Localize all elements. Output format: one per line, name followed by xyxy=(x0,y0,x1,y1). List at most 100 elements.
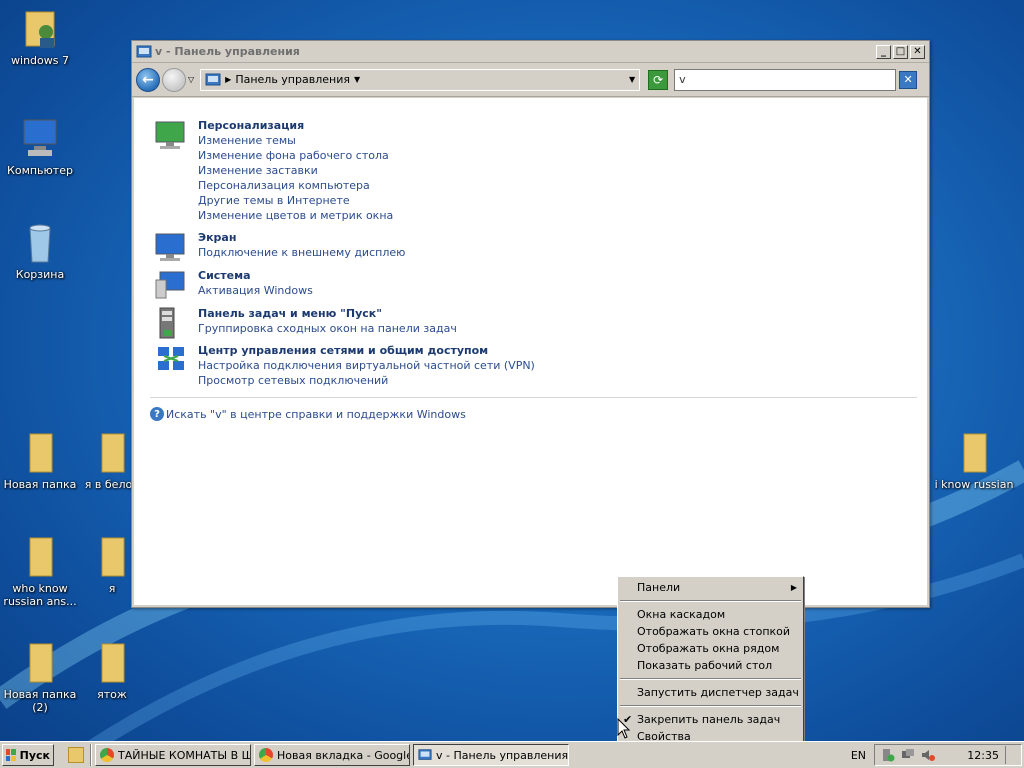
volume-muted-icon[interactable] xyxy=(921,748,935,762)
menu-item-label: Окна каскадом xyxy=(637,608,726,621)
close-icon: ✕ xyxy=(903,73,913,86)
desktop-icon-new-folder-2[interactable]: Новая папка (2) xyxy=(0,640,80,714)
breadcrumb-dropdown-icon[interactable]: ▼ xyxy=(354,75,360,84)
result-link[interactable]: Другие темы в Интернете xyxy=(198,193,393,208)
group-heading[interactable]: Экран xyxy=(198,230,405,245)
desktop-icon-label: i know russian xyxy=(934,478,1014,491)
group-heading[interactable]: Панель задач и меню "Пуск" xyxy=(198,306,457,321)
result-link[interactable]: Изменение темы xyxy=(198,133,393,148)
desktop-icon-label: Компьютер xyxy=(7,164,73,177)
results-divider xyxy=(150,397,917,398)
system-tray: 12:35 xyxy=(874,744,1022,766)
result-group-display: Экран Подключение к внешнему дисплею xyxy=(154,230,405,261)
result-link[interactable]: Просмотр сетевых подключений xyxy=(198,373,535,388)
window-titlebar[interactable]: v - Панель управления _ □ ✕ xyxy=(132,41,929,63)
address-history-dropdown[interactable]: ▼ xyxy=(629,75,635,84)
network-icon xyxy=(158,347,184,370)
chrome-icon xyxy=(259,748,273,762)
result-group-system: Система Активация Windows xyxy=(154,268,313,299)
result-group-taskbar: Панель задач и меню "Пуск" Группировка с… xyxy=(154,306,457,339)
result-link[interactable]: Изменение цветов и метрик окна xyxy=(198,208,393,223)
result-link[interactable]: Группировка сходных окон на панели задач xyxy=(198,321,457,336)
system-icon xyxy=(155,271,185,299)
close-button[interactable]: ✕ xyxy=(910,44,925,59)
group-heading[interactable]: Система xyxy=(198,268,313,283)
result-link[interactable]: Настройка подключения виртуальной частно… xyxy=(198,358,535,373)
menu-item-task-manager[interactable]: Запустить диспетчер задач xyxy=(618,684,803,701)
folder-icon xyxy=(963,433,987,473)
address-toolbar: ← ▽ ▶ Панель управления ▼ ▼ ⟳ v ✕ xyxy=(132,63,929,97)
clear-search-button[interactable]: ✕ xyxy=(899,70,918,89)
menu-item-toolbars[interactable]: Панели ▶ xyxy=(618,579,803,596)
menu-separator xyxy=(620,678,801,680)
result-link[interactable]: Активация Windows xyxy=(198,283,313,298)
menu-item-side-by-side[interactable]: Отображать окна рядом xyxy=(618,640,803,657)
desktop-icon-yatozh[interactable]: ятож xyxy=(72,640,152,701)
taskbar: Пуск ТАЙНЫЕ КОМНАТЫ В Ш... Новая вкладка… xyxy=(0,741,1024,768)
breadcrumb-separator-icon[interactable]: ▶ xyxy=(225,75,231,84)
desktop-icon-recycle-bin[interactable]: Корзина xyxy=(0,220,80,281)
desktop-icon-label: windows 7 xyxy=(11,54,69,67)
menu-item-label: Отображать окна рядом xyxy=(637,642,780,655)
menu-item-lock-taskbar[interactable]: ✔ Закрепить панель задач xyxy=(618,711,803,728)
refresh-button[interactable]: ⟳ xyxy=(648,69,669,90)
start-label: Пуск xyxy=(19,748,50,762)
taskbar-button-label: v - Панель управления xyxy=(436,748,569,762)
taskbar-icon xyxy=(159,307,175,339)
action-center-icon[interactable] xyxy=(881,748,895,762)
folder-icon xyxy=(101,643,125,683)
network-tray-icon[interactable] xyxy=(901,748,915,762)
windows-flag-icon xyxy=(6,749,16,761)
mouse-cursor-icon xyxy=(617,718,631,739)
help-icon: ? xyxy=(150,407,164,421)
group-heading[interactable]: Центр управления сетями и общим доступом xyxy=(198,343,535,358)
desktop-icon-who-know[interactable]: who know russian ans... xyxy=(0,534,80,608)
menu-item-label: Показать рабочий стол xyxy=(637,659,773,672)
search-results: Персонализация Изменение темы Изменение … xyxy=(134,98,927,605)
menu-item-cascade[interactable]: Окна каскадом xyxy=(618,606,803,623)
start-button[interactable]: Пуск xyxy=(2,744,54,766)
taskbar-button-chrome-1[interactable]: ТАЙНЫЕ КОМНАТЫ В Ш... xyxy=(95,744,251,766)
desktop-icon-computer[interactable]: Компьютер xyxy=(0,116,80,177)
control-panel-window[interactable]: v - Панель управления _ □ ✕ ← ▽ ▶ Панель… xyxy=(131,40,930,608)
recent-pages-dropdown[interactable]: ▽ xyxy=(188,75,194,84)
menu-item-label: Запустить диспетчер задач xyxy=(637,686,799,699)
breadcrumb-control-panel[interactable]: Панель управления xyxy=(235,73,350,86)
result-group-network: Центр управления сетями и общим доступом… xyxy=(154,343,535,388)
desktop-icon-windows7[interactable]: windows 7 xyxy=(0,6,80,67)
taskbar-button-chrome-2[interactable]: Новая вкладка - Google... xyxy=(254,744,410,766)
desktop-icon-label: Новая папка (2) xyxy=(3,688,77,714)
show-desktop-button[interactable] xyxy=(1005,746,1015,764)
forward-button[interactable] xyxy=(162,67,186,92)
recycle-bin-icon xyxy=(29,224,51,263)
result-link[interactable]: Персонализация компьютера xyxy=(198,178,393,193)
menu-item-stack[interactable]: Отображать окна стопкой xyxy=(618,623,803,640)
group-heading[interactable]: Персонализация xyxy=(198,118,393,133)
display-icon xyxy=(155,233,185,261)
clock[interactable]: 12:35 xyxy=(967,749,999,762)
submenu-arrow-icon: ▶ xyxy=(790,583,797,592)
computer-icon xyxy=(23,119,57,156)
search-input[interactable]: v xyxy=(674,68,897,91)
result-link[interactable]: Подключение к внешнему дисплею xyxy=(198,245,405,260)
taskbar-button-control-panel[interactable]: v - Панель управления xyxy=(413,744,569,766)
folder-icon xyxy=(101,433,125,473)
menu-item-show-desktop[interactable]: Показать рабочий стол xyxy=(618,657,803,674)
help-link-text: Искать "v" в центре справки и поддержки … xyxy=(166,407,466,421)
back-button[interactable]: ← xyxy=(136,67,160,92)
maximize-button[interactable]: □ xyxy=(893,44,908,59)
result-link[interactable]: Изменение заставки xyxy=(198,163,393,178)
help-search-link[interactable]: ? Искать "v" в центре справки и поддержк… xyxy=(150,407,466,421)
explorer-quicklaunch-icon[interactable] xyxy=(68,747,84,763)
menu-item-label: Закрепить панель задач xyxy=(637,713,781,726)
desktop-icon-new-folder[interactable]: Новая папка xyxy=(0,430,80,491)
address-field[interactable]: ▶ Панель управления ▼ ▼ xyxy=(200,68,641,91)
user-folder-icon xyxy=(25,11,55,48)
desktop-icon-i-know-russian[interactable]: i know russian xyxy=(934,430,1014,491)
result-group-personalization: Персонализация Изменение темы Изменение … xyxy=(154,118,393,223)
minimize-button[interactable]: _ xyxy=(876,44,891,59)
language-indicator[interactable]: EN xyxy=(851,749,866,762)
result-link[interactable]: Изменение фона рабочего стола xyxy=(198,148,393,163)
desktop-icon-label: Новая папка xyxy=(3,478,77,491)
folder-icon xyxy=(29,537,53,577)
